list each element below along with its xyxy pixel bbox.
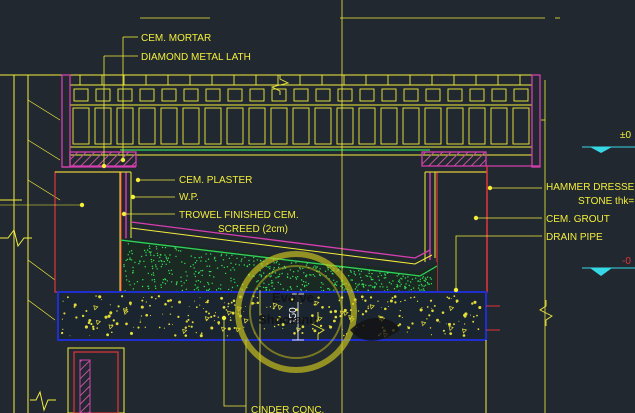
label-cem-grout: CEM. GROUT xyxy=(546,214,610,225)
level-marker-upper: ±0 xyxy=(582,130,635,153)
cad-drawing-viewport: ±0 -0 CEM. MORTAR DIAMOND METAL LATH CEM… xyxy=(0,0,635,413)
level-upper-text: ±0 xyxy=(620,130,631,141)
level-lower-text: -0 xyxy=(622,256,631,267)
watermark-line2: Shoolanu xyxy=(258,312,317,327)
label-cem-plaster: CEM. PLASTER xyxy=(179,175,252,186)
lower-support-left xyxy=(67,347,125,413)
level-marker-lower: -0 xyxy=(582,256,635,276)
label-diamond-metal-lath: DIAMOND METAL LATH xyxy=(141,52,251,63)
left-wall xyxy=(0,74,70,413)
label-hammer-dressed-2: STONE thk= xyxy=(578,196,634,207)
label-hammer-dressed-1: HAMMER DRESSED xyxy=(546,182,635,193)
watermark-line1: Evolve xyxy=(272,290,314,305)
label-cem-mortar: CEM. MORTAR xyxy=(141,33,211,44)
grid-lines xyxy=(245,0,546,413)
brick-band xyxy=(69,74,533,156)
label-trowel-finished-2: SCREED (2cm) xyxy=(218,224,288,235)
label-trowel-finished-1: TROWEL FINISHED CEM. xyxy=(179,210,299,221)
cad-section-drawing: ±0 -0 CEM. MORTAR DIAMOND METAL LATH CEM… xyxy=(0,0,635,413)
label-wp: W.P. xyxy=(179,192,199,203)
label-cinder-conc: CINDER CONC. xyxy=(251,405,324,413)
channel-left-wall xyxy=(54,171,132,293)
label-drain-pipe: DRAIN PIPE xyxy=(546,232,603,243)
